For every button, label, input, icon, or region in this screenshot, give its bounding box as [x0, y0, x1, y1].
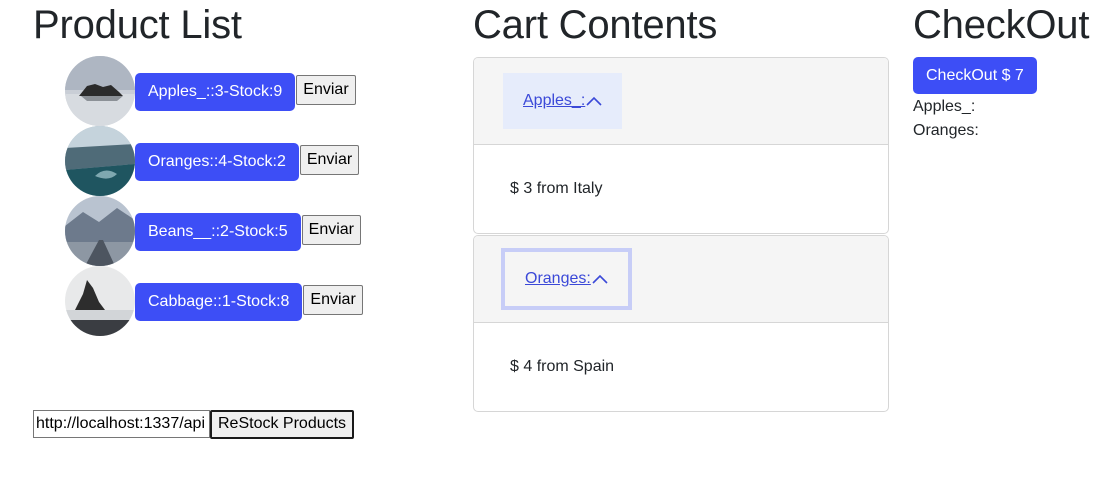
product-list: Apples_::3-Stock:9 Enviar Oranges::4-Sto… [33, 56, 453, 336]
product-row: Oranges::4-Stock:2 Enviar [65, 126, 453, 196]
product-thumbnail-cabbage [65, 266, 135, 336]
lake-rock-image [65, 56, 135, 126]
checkout-item: Apples_: [913, 98, 976, 115]
product-button-apples[interactable]: Apples_::3-Stock:9 [135, 73, 296, 111]
restock-button[interactable]: ReStock Products [210, 409, 355, 439]
checkout-title: CheckOut [913, 3, 1090, 47]
cart-item: Apples_: $ 3 from Italy [473, 57, 889, 234]
cart-item-detail: $ 3 from Italy [510, 180, 603, 197]
product-row: Apples_::3-Stock:9 Enviar [65, 56, 453, 126]
cart-item-detail: $ 4 from Spain [510, 358, 615, 375]
product-list-section: Product List Apples_::3-Stock:9 Enviar O… [33, 0, 453, 487]
cart-item-toggle-label: Oranges: [525, 270, 591, 287]
cart-accordion: Apples_: $ 3 from Italy Oranges: $ 4 fro… [473, 57, 889, 412]
product-list-title: Product List [33, 3, 242, 47]
restock-url-input[interactable] [33, 410, 210, 438]
product-thumbnail-apples [65, 56, 135, 126]
checkout-button[interactable]: CheckOut $ 7 [913, 57, 1037, 94]
rock-beach-image [65, 266, 135, 336]
product-row: Cabbage::1-Stock:8 Enviar [65, 266, 453, 336]
mountain-road-image [65, 196, 135, 266]
send-button-cabbage[interactable]: Enviar [303, 285, 363, 315]
restock-form: ReStock Products [33, 409, 355, 439]
product-button-beans[interactable]: Beans__::2-Stock:5 [135, 213, 301, 251]
product-row: Beans__::2-Stock:5 Enviar [65, 196, 453, 266]
cart-item-header: Oranges: [474, 236, 888, 323]
product-button-cabbage[interactable]: Cabbage::1-Stock:8 [135, 283, 303, 321]
cart-title: Cart Contents [473, 3, 718, 47]
chevron-up-icon [586, 96, 602, 106]
send-button-oranges[interactable]: Enviar [299, 145, 360, 175]
product-thumbnail-oranges [65, 126, 135, 196]
product-button-oranges[interactable]: Oranges::4-Stock:2 [135, 143, 299, 181]
cart-item-toggle-label: Apples_: [523, 92, 586, 109]
checkout-section: CheckOut CheckOut $ 7 Apples_: Oranges: [913, 0, 1113, 143]
checkout-item: Oranges: [913, 122, 979, 139]
send-button-apples[interactable]: Enviar [296, 75, 356, 105]
cart-item-toggle-oranges[interactable]: Oranges: [501, 248, 632, 310]
chevron-up-icon [592, 274, 608, 284]
cart-item-header: Apples_: [474, 58, 888, 145]
coast-image [65, 126, 135, 196]
send-button-beans[interactable]: Enviar [301, 215, 361, 245]
cart-item: Oranges: $ 4 from Spain [473, 235, 889, 412]
product-thumbnail-beans [65, 196, 135, 266]
cart-section: Cart Contents Apples_: $ 3 from Italy Or… [473, 0, 889, 413]
checkout-list: Apples_: Oranges: [913, 95, 1113, 143]
cart-item-toggle-apples[interactable]: Apples_: [503, 73, 623, 129]
